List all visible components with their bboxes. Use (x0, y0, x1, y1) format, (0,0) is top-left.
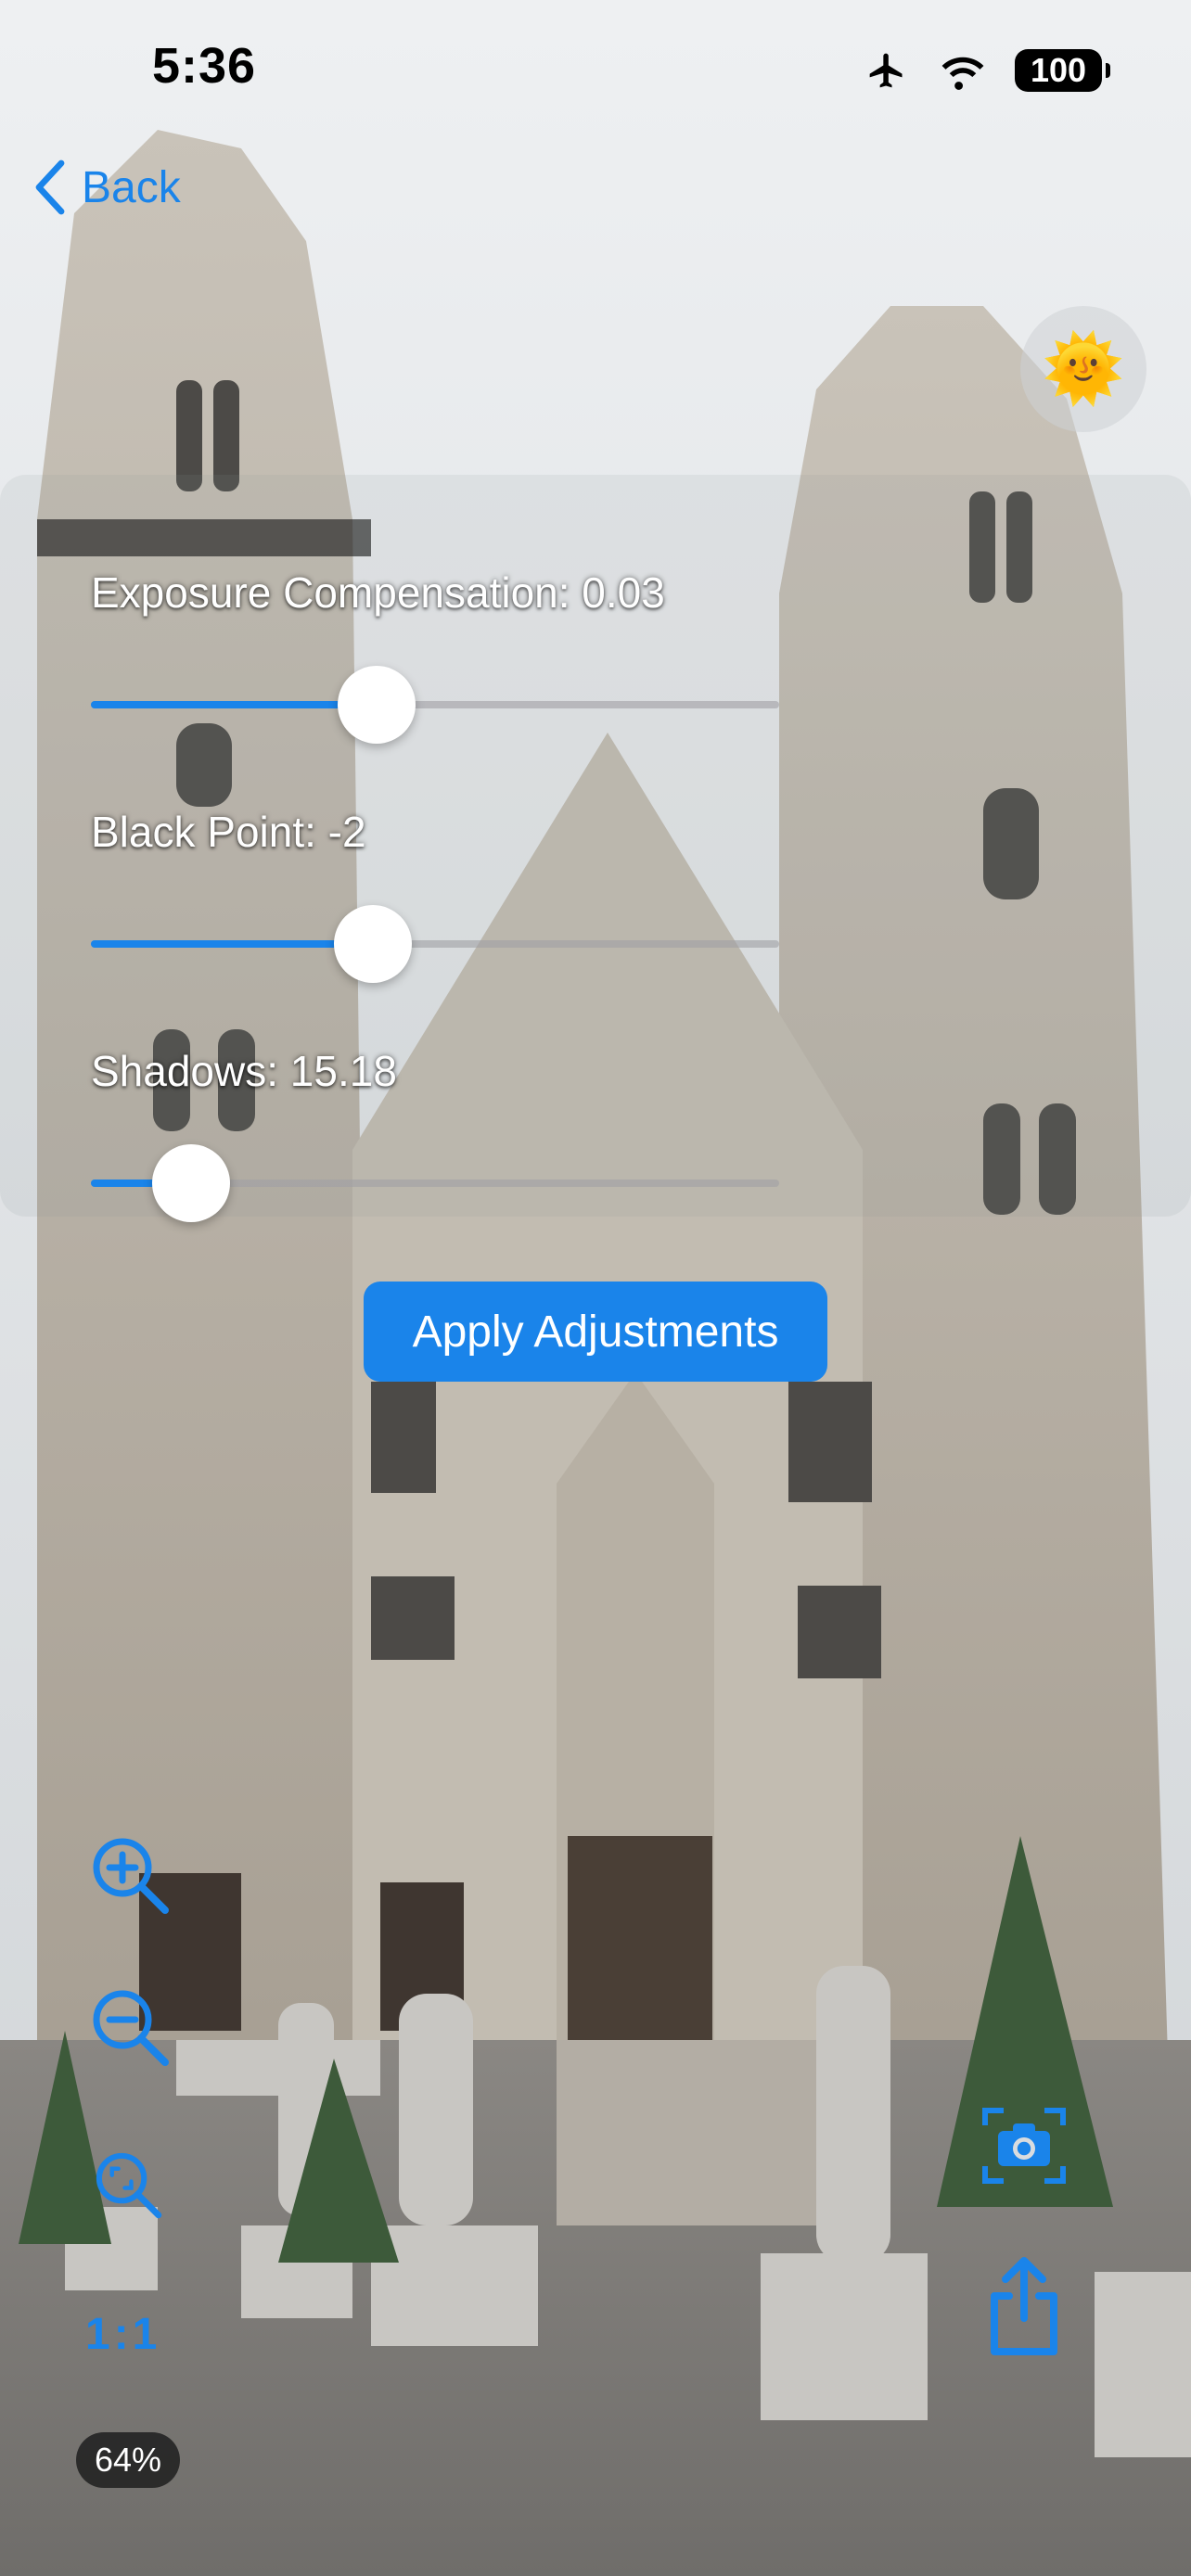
share-button[interactable] (983, 2255, 1065, 2364)
battery-icon: 100 (1015, 49, 1110, 92)
status-icons: 100 (863, 45, 1110, 96)
exposure-slider-thumb[interactable] (337, 666, 416, 744)
shadows-slider[interactable] (91, 1144, 779, 1222)
chevron-left-icon (35, 159, 65, 215)
exposure-toggle-button[interactable]: 🌞 (1020, 306, 1146, 432)
exposure-label: Exposure Compensation: 0.03 (91, 568, 665, 617)
zoom-out-icon (93, 1990, 169, 2066)
zoom-in-button[interactable] (89, 1834, 171, 1920)
sun-face-icon: 🌞 (1042, 332, 1125, 406)
zoom-fit-icon (96, 2152, 162, 2219)
shadows-slider-thumb[interactable] (151, 1144, 230, 1222)
actual-size-button[interactable]: 1:1 (85, 2309, 160, 2360)
airplane-icon (869, 53, 903, 88)
status-time: 5:36 (152, 38, 257, 94)
zoom-in-icon (93, 1838, 169, 1914)
exposure-slider[interactable] (91, 666, 779, 744)
zoom-fit-button[interactable] (93, 2149, 163, 2225)
zoom-out-button[interactable] (89, 1986, 171, 2072)
capture-button[interactable] (981, 2103, 1067, 2193)
wifi-icon (941, 57, 984, 90)
black-point-slider[interactable] (91, 905, 779, 983)
zoom-level-badge: 64% (76, 2432, 180, 2488)
apply-adjustments-button[interactable]: Apply Adjustments (364, 1282, 827, 1382)
black-point-slider-thumb[interactable] (334, 905, 413, 983)
black-point-slider-fill (91, 940, 374, 948)
shadows-label: Shadows: 15.18 (91, 1047, 397, 1095)
back-button[interactable]: Back (33, 159, 181, 215)
camera-icon (982, 2108, 1066, 2184)
back-label: Back (82, 162, 181, 212)
exposure-slider-fill (91, 701, 377, 708)
share-icon (991, 2257, 1057, 2355)
black-point-label: Black Point: -2 (91, 808, 366, 856)
